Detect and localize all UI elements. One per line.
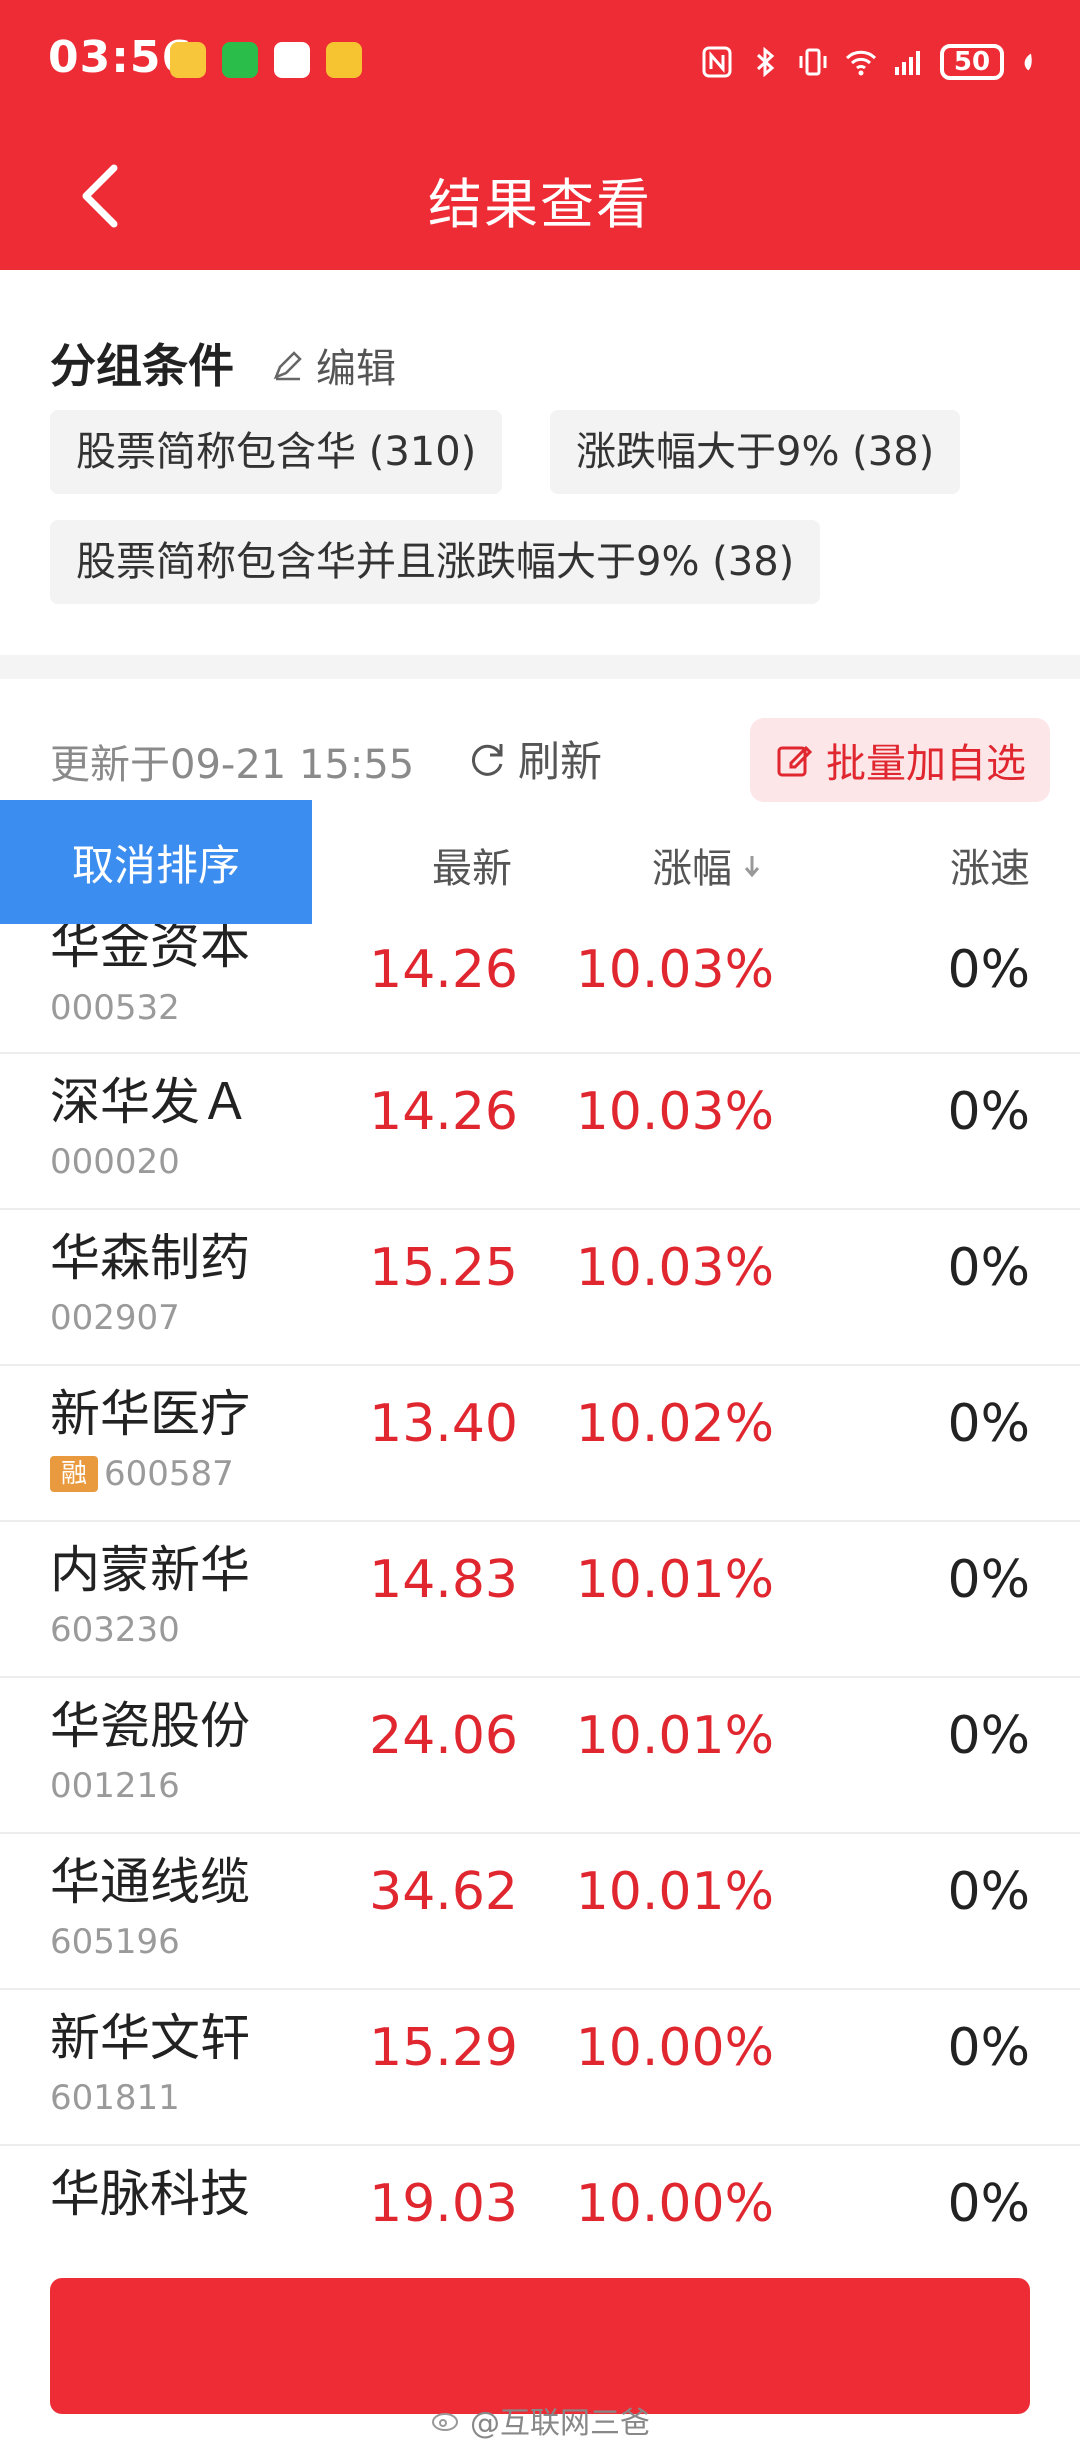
leaf-icon xyxy=(1018,45,1040,79)
stock-code: 601811 xyxy=(50,2078,180,2118)
condition-chip[interactable]: 涨跌幅大于9% (38) xyxy=(550,410,960,494)
condition-chip[interactable]: 股票简称包含华 (310) xyxy=(50,410,502,494)
group-conditions-title: 分组条件 xyxy=(50,330,234,396)
refresh-label: 刷新 xyxy=(518,728,602,789)
stock-code: 000020 xyxy=(50,1142,180,1182)
stock-name: 新华医疗 xyxy=(50,1374,250,1446)
bluetooth-icon xyxy=(748,45,782,79)
bottom-action-button[interactable] xyxy=(50,2278,1030,2414)
refresh-icon xyxy=(466,738,508,780)
edit-square-icon xyxy=(774,740,814,780)
table-row[interactable]: 华通线缆 605196 34.62 10.01% 0% xyxy=(0,1834,1080,1990)
stock-change: 10.03% xyxy=(576,1082,774,1142)
stock-speed: 0% xyxy=(948,1862,1031,1922)
stock-price: 14.83 xyxy=(369,1550,518,1610)
stock-change: 10.02% xyxy=(576,1394,774,1454)
stock-code: 002907 xyxy=(50,1298,180,1338)
signal-icon xyxy=(892,45,926,79)
column-change-label: 涨幅 xyxy=(652,836,732,894)
stock-speed: 0% xyxy=(948,2018,1031,2078)
app-icon xyxy=(274,42,310,78)
table-row[interactable]: 华金资本 000532 14.26 10.03% 0% xyxy=(0,924,1080,1054)
wifi-icon xyxy=(844,45,878,79)
stock-speed: 0% xyxy=(948,1706,1031,1766)
stock-price: 15.25 xyxy=(369,1238,518,1298)
stock-price: 14.26 xyxy=(369,1082,518,1142)
stock-code: 600587 xyxy=(104,1454,234,1494)
batch-add-watchlist-button[interactable]: 批量加自选 xyxy=(750,718,1050,802)
margin-trading-badge: 融 xyxy=(50,1456,98,1492)
header-bar: 03:56 50 结果查看 xyxy=(0,0,1080,270)
edit-button[interactable]: 编辑 xyxy=(270,336,396,394)
stock-name: 华脉科技 xyxy=(50,2154,250,2226)
stock-list: 华金资本 000532 14.26 10.03% 0% 深华发Ａ 000020 … xyxy=(0,924,1080,2226)
stock-speed: 0% xyxy=(948,1238,1031,1298)
status-icons: 50 xyxy=(700,38,1040,86)
vibrate-icon xyxy=(796,45,830,79)
column-latest[interactable]: 最新 xyxy=(432,836,512,894)
battery-indicator: 50 xyxy=(940,44,1004,80)
pencil-icon xyxy=(270,347,306,383)
batch-label: 批量加自选 xyxy=(826,731,1026,789)
column-speed[interactable]: 涨速 xyxy=(950,836,1030,894)
table-row[interactable]: 深华发Ａ 000020 14.26 10.03% 0% xyxy=(0,1054,1080,1210)
column-change[interactable]: 涨幅 xyxy=(652,836,762,894)
stock-price: 13.40 xyxy=(369,1394,518,1454)
stock-speed: 0% xyxy=(948,2174,1031,2226)
status-bar: 03:56 50 xyxy=(0,0,1080,120)
stock-change: 10.01% xyxy=(576,1550,774,1610)
stock-price: 24.06 xyxy=(369,1706,518,1766)
table-row[interactable]: 新华医疗 融 600587 13.40 10.02% 0% xyxy=(0,1366,1080,1522)
stock-change: 10.03% xyxy=(576,940,774,1000)
update-time: 更新于09-21 15:55 xyxy=(50,732,414,790)
stock-code: 603230 xyxy=(50,1610,180,1650)
stock-change: 10.01% xyxy=(576,1862,774,1922)
cancel-sort-button[interactable]: 取消排序 xyxy=(0,800,312,924)
stock-name: 新华文轩 xyxy=(50,1998,250,2070)
stock-name: 华瓷股份 xyxy=(50,1686,250,1758)
stock-name: 内蒙新华 xyxy=(50,1530,250,1602)
stock-speed: 0% xyxy=(948,1394,1031,1454)
section-divider xyxy=(0,655,1080,679)
wechat-icon xyxy=(222,42,258,78)
stock-change: 10.00% xyxy=(576,2174,774,2226)
watermark-text: @互联网三爸 xyxy=(470,2398,650,2442)
table-row[interactable]: 华森制药 002907 15.25 10.03% 0% xyxy=(0,1210,1080,1366)
stock-name: 华森制药 xyxy=(50,1218,250,1290)
weibo-icon xyxy=(170,42,206,78)
stock-name: 华通线缆 xyxy=(50,1842,250,1914)
table-row[interactable]: 华脉科技 19.03 10.00% 0% xyxy=(0,2146,1080,2226)
stock-name: 华金资本 xyxy=(50,924,250,978)
stock-change: 10.00% xyxy=(576,2018,774,2078)
stock-speed: 0% xyxy=(948,1550,1031,1610)
sort-down-icon xyxy=(742,850,762,880)
edit-label: 编辑 xyxy=(316,336,396,394)
refresh-button[interactable]: 刷新 xyxy=(466,728,602,789)
stock-code: 000532 xyxy=(50,988,180,1028)
stock-code: 001216 xyxy=(50,1766,180,1806)
stock-code: 605196 xyxy=(50,1922,180,1962)
stock-change: 10.01% xyxy=(576,1706,774,1766)
app-yellow-icon xyxy=(326,42,362,78)
table-row[interactable]: 内蒙新华 603230 14.83 10.01% 0% xyxy=(0,1522,1080,1678)
stock-price: 14.26 xyxy=(369,940,518,1000)
stock-price: 19.03 xyxy=(369,2174,518,2226)
weibo-watermark-icon xyxy=(430,2407,464,2433)
watermark: @互联网三爸 xyxy=(430,2398,650,2442)
stock-name: 深华发Ａ xyxy=(50,1062,250,1134)
table-row[interactable]: 新华文轩 601811 15.29 10.00% 0% xyxy=(0,1990,1080,2146)
page-title: 结果查看 xyxy=(0,160,1080,239)
condition-chip[interactable]: 股票简称包含华并且涨跌幅大于9% (38) xyxy=(50,520,820,604)
stock-change: 10.03% xyxy=(576,1238,774,1298)
nfc-icon xyxy=(700,45,734,79)
stock-speed: 0% xyxy=(948,940,1031,1000)
stock-speed: 0% xyxy=(948,1082,1031,1142)
stock-price: 15.29 xyxy=(369,2018,518,2078)
stock-price: 34.62 xyxy=(369,1862,518,1922)
table-row[interactable]: 华瓷股份 001216 24.06 10.01% 0% xyxy=(0,1678,1080,1834)
stock-code-group: 融 600587 xyxy=(50,1454,234,1494)
